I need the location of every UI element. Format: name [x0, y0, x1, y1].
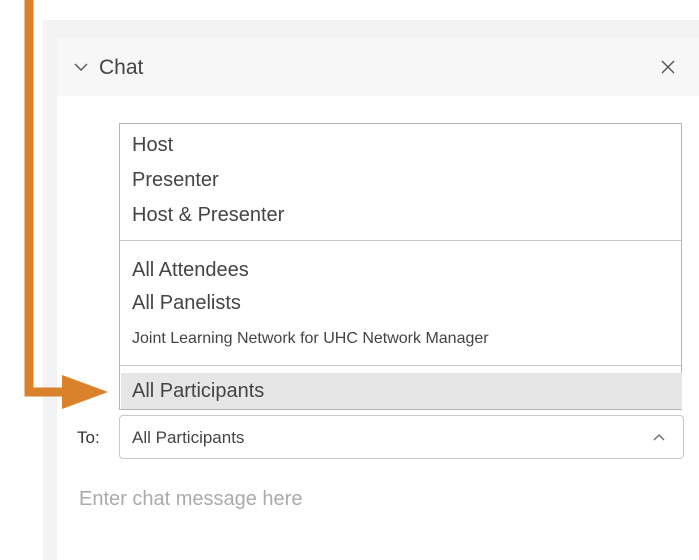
menu-item-all-attendees[interactable]: All Attendees [132, 259, 249, 282]
menu-item-network-manager[interactable]: Joint Learning Network for UHC Network M… [132, 330, 489, 348]
chat-panel: Chat Host Presenter Host & Presenter All… [57, 38, 699, 560]
to-label: To: [77, 428, 100, 447]
chevron-down-icon[interactable] [74, 60, 88, 74]
menu-item-presenter[interactable]: Presenter [132, 169, 219, 192]
recipient-dropdown-menu: Host Presenter Host & Presenter All Atte… [119, 123, 682, 410]
chat-header[interactable]: Chat [57, 38, 699, 96]
menu-divider [120, 240, 681, 241]
recipient-select[interactable]: All Participants [119, 415, 684, 459]
menu-item-host[interactable]: Host [132, 134, 173, 157]
menu-item-host-presenter[interactable]: Host & Presenter [132, 204, 284, 227]
panel-top-border [43, 20, 699, 38]
chevron-up-icon [653, 434, 665, 441]
panel-left-border [43, 20, 57, 560]
chat-message-input[interactable] [77, 478, 681, 520]
menu-item-label: All Participants [132, 380, 265, 402]
menu-item-all-participants[interactable]: All Participants [121, 373, 682, 409]
menu-item-all-panelists[interactable]: All Panelists [132, 292, 241, 315]
recipient-select-value: All Participants [132, 428, 245, 447]
close-icon[interactable] [657, 56, 679, 78]
chat-title: Chat [99, 56, 144, 79]
left-gutter [0, 0, 43, 560]
menu-divider [120, 365, 681, 366]
